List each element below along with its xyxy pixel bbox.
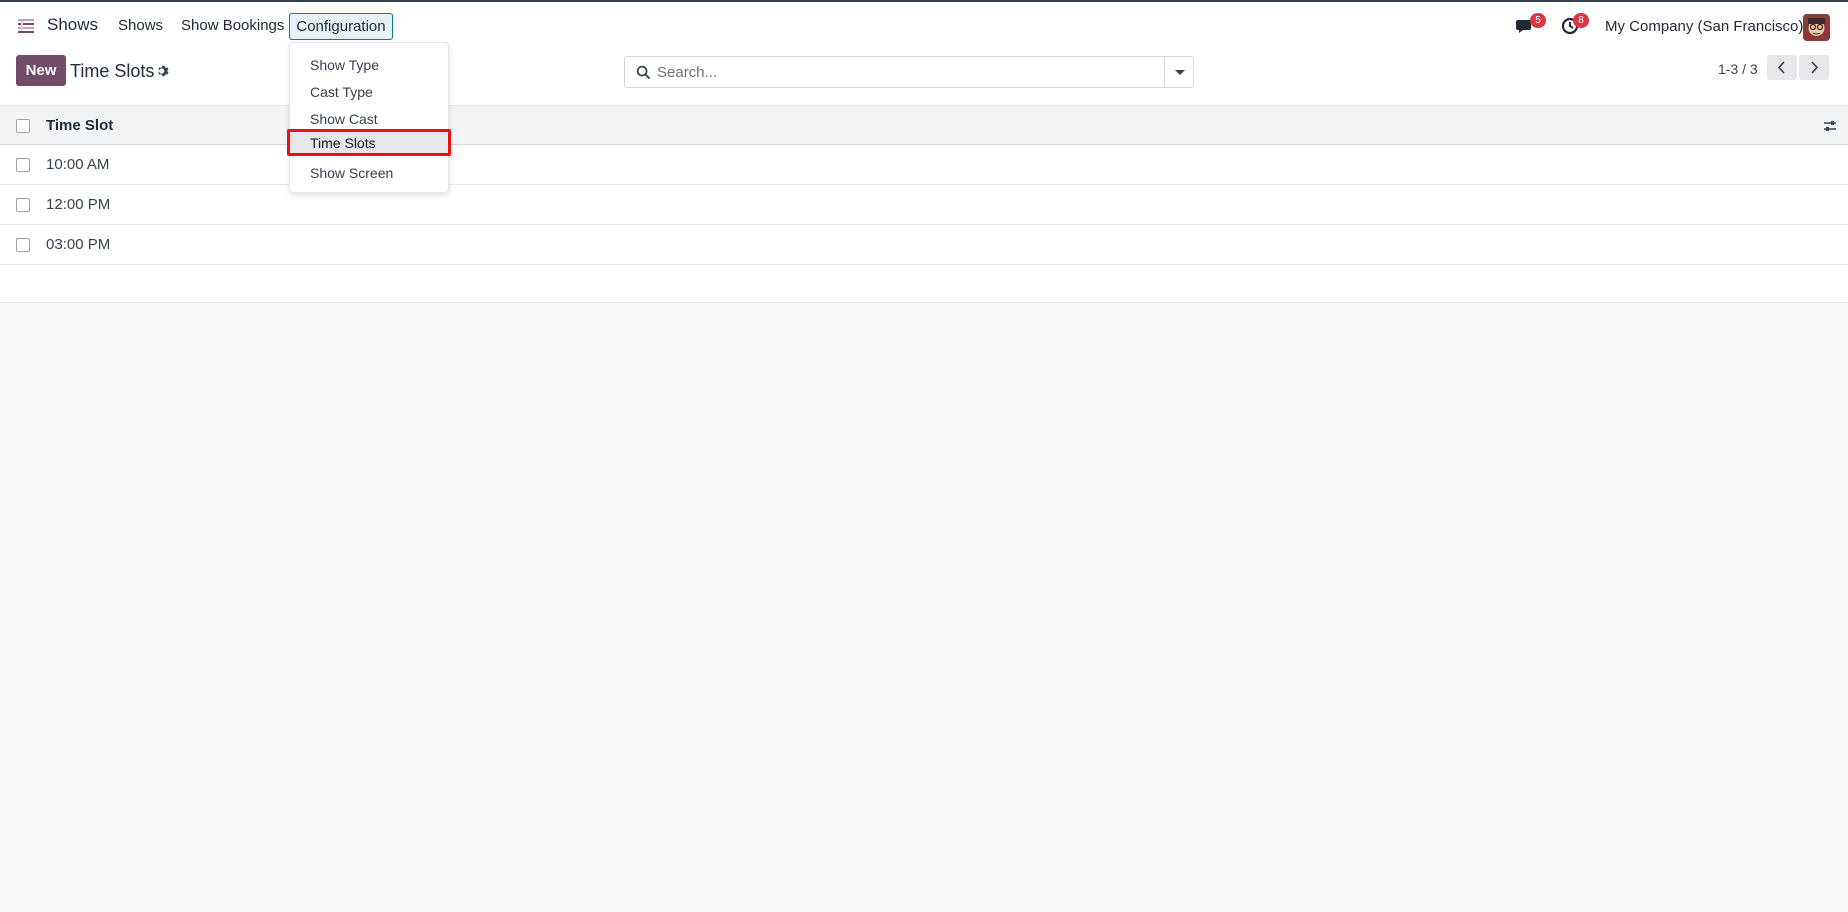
nav-shows[interactable]: Shows	[118, 17, 163, 34]
search-options-toggle[interactable]	[1164, 57, 1193, 87]
row-checkbox[interactable]	[16, 198, 30, 212]
table-row[interactable]: 12:00 PM	[0, 185, 1848, 225]
table-footer-row	[0, 265, 1848, 303]
gear-icon[interactable]	[156, 64, 170, 78]
app-menu-icon[interactable]	[16, 16, 36, 36]
table-header: Time Slot	[0, 105, 1848, 145]
column-header-time-slot[interactable]: Time Slot	[46, 117, 113, 134]
pager-value[interactable]: 1-3 / 3	[1718, 61, 1758, 77]
pager-next-button[interactable]	[1799, 55, 1829, 80]
user-avatar[interactable]	[1803, 14, 1830, 41]
menu-item-time-slots[interactable]: Time Slots	[287, 129, 451, 156]
optional-columns-icon[interactable]	[1822, 118, 1838, 134]
top-navbar: Shows Shows Show Bookings Configuration …	[0, 0, 1848, 50]
messages-badge: 5	[1530, 13, 1546, 28]
time-slot-cell[interactable]: 12:00 PM	[46, 196, 110, 213]
select-all-checkbox[interactable]	[16, 119, 30, 133]
nav-configuration[interactable]: Configuration	[289, 13, 393, 40]
search-icon	[636, 65, 651, 80]
menu-item-cast-type[interactable]: Cast Type	[290, 79, 448, 106]
row-checkbox[interactable]	[16, 238, 30, 252]
avatar-face-icon	[1803, 14, 1830, 41]
page-title: Time Slots	[70, 61, 155, 81]
company-switcher[interactable]: My Company (San Francisco)	[1605, 18, 1803, 35]
configuration-dropdown: Show Type Cast Type Show Cast Time Slots…	[287, 42, 451, 193]
control-panel: New Time Slots 1-3 / 3	[0, 50, 1848, 105]
time-slot-cell[interactable]: 03:00 PM	[46, 236, 110, 253]
nav-show-bookings[interactable]: Show Bookings	[181, 17, 284, 34]
search-input[interactable]	[657, 58, 1137, 86]
table-row[interactable]: 03:00 PM	[0, 225, 1848, 265]
search-bar	[624, 56, 1194, 88]
menu-item-show-screen[interactable]: Show Screen	[290, 160, 448, 187]
pager-previous-button[interactable]	[1767, 55, 1797, 80]
new-button[interactable]: New	[16, 55, 66, 86]
caret-down-icon	[1175, 70, 1185, 75]
time-slot-cell[interactable]: 10:00 AM	[46, 156, 109, 173]
table-row[interactable]: 10:00 AM	[0, 145, 1848, 185]
chevron-left-icon	[1777, 61, 1785, 74]
chevron-right-icon	[1811, 61, 1819, 74]
menu-item-show-type[interactable]: Show Type	[290, 52, 448, 79]
activities-badge: 8	[1573, 13, 1589, 28]
row-checkbox[interactable]	[16, 158, 30, 172]
app-brand[interactable]: Shows	[47, 15, 98, 35]
